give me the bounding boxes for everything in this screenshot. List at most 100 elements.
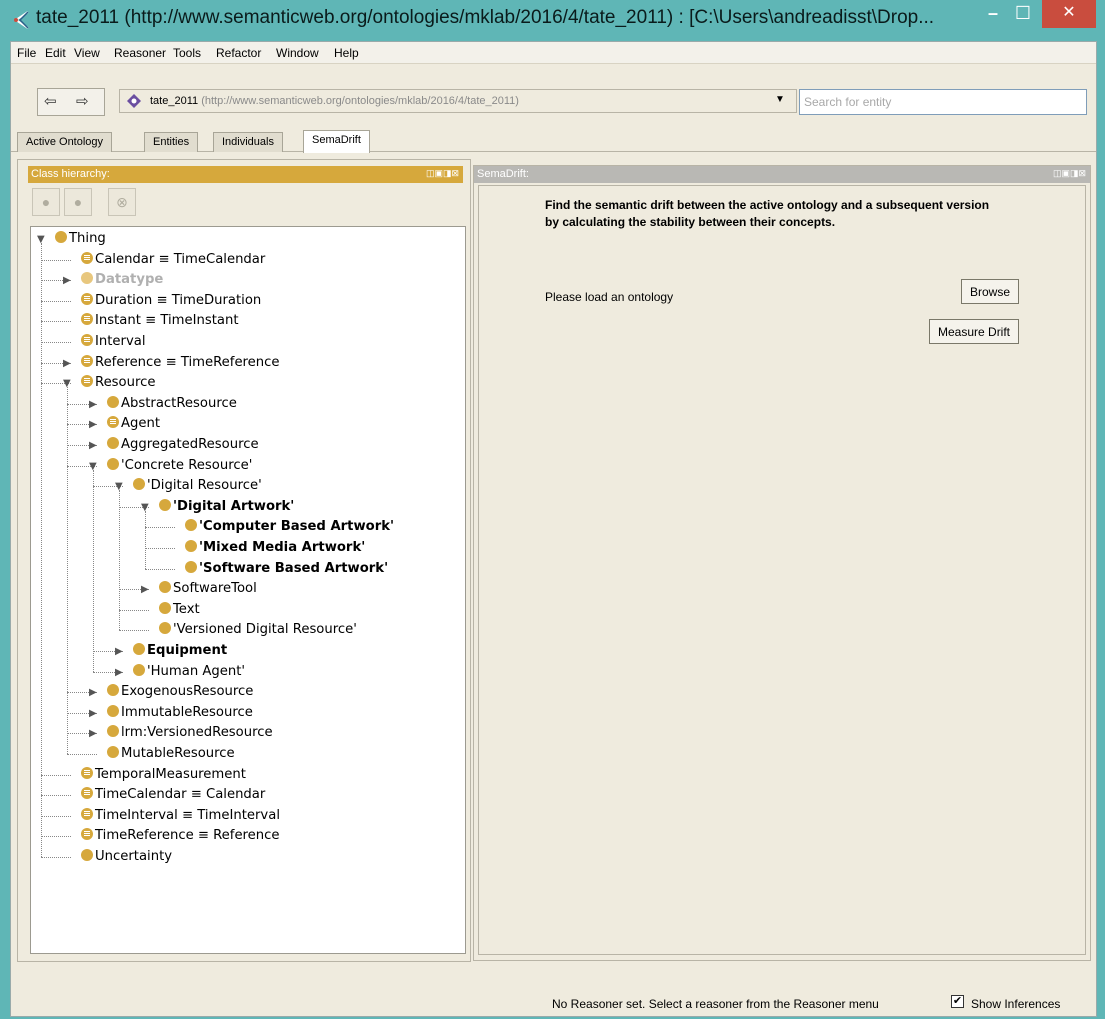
measure-drift-button[interactable]: Measure Drift: [929, 319, 1020, 344]
expand-triangle-icon[interactable]: ▶: [63, 354, 73, 374]
expand-triangle-icon[interactable]: ▶: [89, 683, 99, 703]
tree-node[interactable]: ▶ Reference ≡ TimeReference: [63, 353, 280, 373]
tree-node[interactable]: Interval: [63, 332, 146, 352]
tree-node[interactable]: 'Versioned Digital Resource': [141, 620, 357, 640]
expand-triangle-icon[interactable]: ▶: [89, 395, 99, 415]
defined-class-icon: [81, 313, 93, 326]
tree-node[interactable]: TimeInterval ≡ TimeInterval: [63, 806, 280, 826]
tree-node[interactable]: 'Software Based Artwork': [167, 559, 388, 579]
workspace-tabs: Active Ontology Entities Individuals Sem…: [11, 130, 1096, 153]
load-status-text: Please load an ontology: [545, 290, 674, 304]
tree-node[interactable]: ▶ 'Human Agent': [115, 662, 245, 682]
tree-node-label: AggregatedResource: [121, 437, 259, 452]
class-icon: [107, 725, 119, 738]
class-icon: [81, 849, 93, 861]
back-arrow-icon[interactable]: ⇦: [44, 92, 57, 110]
menu-window[interactable]: Window: [276, 46, 319, 60]
class-icon: [133, 663, 145, 676]
expand-triangle-icon[interactable]: ▶: [141, 580, 151, 600]
tree-node[interactable]: Instant ≡ TimeInstant: [63, 311, 239, 331]
menu-tools[interactable]: Tools: [173, 46, 201, 60]
tab-semadrift[interactable]: SemaDrift: [303, 130, 370, 153]
title-bar: tate_2011 (http://www.semanticweb.org/on…: [0, 0, 1105, 41]
tree-node-label: Equipment: [147, 643, 228, 658]
tree-node-label: lrm:VersionedResource: [121, 725, 273, 741]
tree-node[interactable]: MutableResource: [89, 744, 235, 764]
tab-individuals[interactable]: Individuals: [213, 132, 283, 152]
delete-class-icon[interactable]: ⊗: [108, 188, 136, 216]
class-icon: [107, 457, 119, 470]
tree-node[interactable]: TimeReference ≡ Reference: [63, 826, 280, 846]
collapse-triangle-icon[interactable]: ▼: [89, 457, 99, 477]
tree-node[interactable]: 'Mixed Media Artwork': [167, 538, 365, 558]
expand-triangle-icon[interactable]: ▶: [115, 663, 125, 683]
tree-guide-line: [93, 469, 94, 672]
tree-node[interactable]: ▼ 'Digital Resource': [115, 476, 262, 496]
view-controls-icon[interactable]: ◫▣◨⊠: [1053, 168, 1086, 179]
add-sibling-icon[interactable]: ●: [64, 188, 92, 216]
tree-node[interactable]: Calendar ≡ TimeCalendar: [63, 250, 265, 270]
tree-node[interactable]: ▶ SoftwareTool: [141, 579, 257, 599]
tab-entities[interactable]: Entities: [144, 132, 199, 152]
class-icon: [159, 601, 171, 614]
expand-triangle-icon[interactable]: ▶: [89, 704, 99, 724]
chevron-down-icon[interactable]: ▼: [775, 94, 785, 105]
expand-triangle-icon[interactable]: ▶: [89, 436, 99, 456]
tree-node[interactable]: TimeCalendar ≡ Calendar: [63, 785, 265, 805]
tree-node[interactable]: 'Computer Based Artwork': [167, 517, 394, 537]
maximize-button[interactable]: ☐: [1005, 0, 1041, 28]
tree-node[interactable]: Uncertainty: [63, 847, 172, 867]
tree-node[interactable]: ▶ ImmutableResource: [89, 703, 253, 723]
tree-node[interactable]: Duration ≡ TimeDuration: [63, 291, 261, 311]
tree-node-label: TimeInterval ≡ TimeInterval: [95, 807, 280, 823]
protege-app-icon: [14, 11, 29, 29]
reasoner-status-text: No Reasoner set. Select a reasoner from …: [552, 997, 879, 1011]
add-subclass-icon[interactable]: ●: [32, 188, 60, 216]
close-button[interactable]: ✕: [1042, 0, 1096, 28]
tree-node-label: Calendar ≡ TimeCalendar: [95, 251, 266, 267]
tree-node[interactable]: ▶ AbstractResource: [89, 394, 237, 414]
tree-node[interactable]: ▼ Thing: [37, 229, 106, 249]
ontology-name: tate_2011: [150, 95, 199, 107]
defined-class-icon: [81, 807, 93, 820]
defined-class-icon: [81, 251, 93, 264]
tree-node[interactable]: ▶ Agent: [89, 414, 160, 434]
forward-arrow-icon[interactable]: ⇨: [76, 92, 89, 110]
menu-refactor[interactable]: Refactor: [216, 46, 261, 60]
tree-node-label: Agent: [121, 416, 161, 432]
view-controls-icon[interactable]: ◫▣◨⊠: [426, 168, 459, 179]
collapse-triangle-icon[interactable]: ▼: [37, 230, 47, 250]
tree-node[interactable]: ▶ Datatype: [63, 270, 163, 290]
tree-node[interactable]: ▶ lrm:VersionedResource: [89, 723, 273, 743]
tree-node[interactable]: TemporalMeasurement: [63, 765, 246, 785]
active-ontology-selector[interactable]: tate_2011 (http://www.semanticweb.org/on…: [119, 89, 797, 113]
tree-node[interactable]: Text: [141, 600, 200, 620]
expand-triangle-icon[interactable]: ▶: [115, 642, 125, 662]
menu-help[interactable]: Help: [334, 46, 359, 60]
tree-node[interactable]: ▶ ExogenousResource: [89, 682, 253, 702]
defined-class-icon: [81, 292, 93, 305]
tree-node[interactable]: ▶ AggregatedResource: [89, 435, 259, 455]
menu-view[interactable]: View: [74, 46, 100, 60]
class-icon: [159, 581, 171, 594]
menu-file[interactable]: File: [17, 46, 36, 60]
ontology-label: tate_2011 (http://www.semanticweb.org/on…: [150, 95, 519, 107]
tab-active-ontology[interactable]: Active Ontology: [17, 132, 113, 152]
expand-triangle-icon[interactable]: ▶: [89, 415, 99, 435]
collapse-triangle-icon[interactable]: ▼: [115, 477, 125, 497]
show-inferences-checkbox[interactable]: ✔: [951, 995, 964, 1008]
tree-node-label: Datatype: [95, 272, 164, 288]
search-input[interactable]: [804, 91, 1084, 113]
expand-triangle-icon[interactable]: ▶: [63, 271, 73, 291]
menu-reasoner[interactable]: Reasoner: [114, 46, 166, 60]
collapse-triangle-icon[interactable]: ▼: [63, 374, 73, 394]
browse-button[interactable]: Browse: [961, 279, 1020, 304]
tree-node[interactable]: ▼ 'Concrete Resource': [89, 456, 252, 476]
menu-edit[interactable]: Edit: [45, 46, 66, 60]
expand-triangle-icon[interactable]: ▶: [89, 724, 99, 744]
tree-node[interactable]: ▶ Equipment: [115, 641, 227, 661]
tree-node[interactable]: ▼ Resource: [63, 373, 155, 393]
tree-node[interactable]: ▼ 'Digital Artwork': [141, 497, 294, 517]
collapse-triangle-icon[interactable]: ▼: [141, 498, 151, 518]
tree-node-label: Text: [173, 601, 200, 617]
